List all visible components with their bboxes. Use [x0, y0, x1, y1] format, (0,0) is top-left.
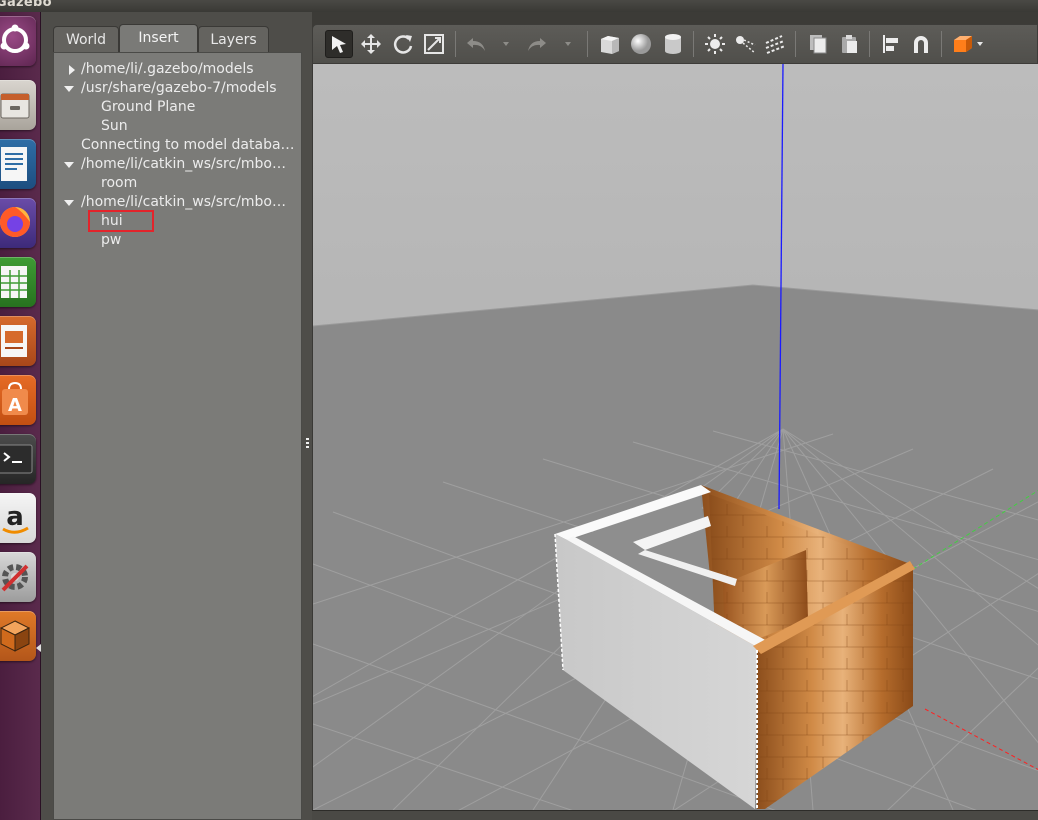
- spot-light-icon: [736, 36, 756, 54]
- amazon-icon[interactable]: a: [0, 493, 36, 543]
- scale-mode-button[interactable]: [420, 30, 448, 58]
- panel-splitter-handle[interactable]: [302, 432, 312, 452]
- tree-item-home-gazebo-models[interactable]: /home/li/.gazebo/models: [54, 60, 302, 79]
- tree-item-catkin-path-1[interactable]: /home/li/catkin_ws/src/mbo…: [54, 155, 302, 174]
- rotate-icon: [393, 35, 413, 54]
- tab-layers[interactable]: Layers: [198, 26, 269, 54]
- presentation-icon[interactable]: [0, 316, 36, 366]
- terminal-icon[interactable]: [0, 434, 36, 484]
- svg-text:a: a: [6, 502, 24, 532]
- app-title: Gazebo: [0, 0, 52, 10]
- file-manager-icon[interactable]: [0, 80, 36, 130]
- view-angle-dropdown[interactable]: [977, 42, 983, 46]
- unity-launcher: A a: [0, 12, 41, 820]
- tree-item-pw[interactable]: pw: [54, 231, 302, 250]
- collapse-arrow-icon[interactable]: [64, 200, 74, 206]
- spot-light-button[interactable]: [731, 30, 759, 58]
- app-title-bar: Gazebo: [0, 0, 1038, 12]
- sphere-icon: [631, 34, 651, 54]
- system-settings-icon[interactable]: [0, 552, 36, 602]
- redo-icon: [528, 38, 546, 51]
- spreadsheet-icon[interactable]: [0, 257, 36, 307]
- rotate-mode-button[interactable]: [389, 30, 417, 58]
- paste-icon: [842, 35, 857, 53]
- point-light-button[interactable]: [701, 30, 729, 58]
- highlight-box: [88, 210, 154, 232]
- tree-item-model-database[interactable]: Connecting to model databa…: [54, 136, 302, 155]
- move-arrows-icon: [361, 34, 381, 54]
- copy-button[interactable]: [804, 30, 832, 58]
- view-angle-button[interactable]: [949, 30, 977, 58]
- redo-history-dropdown[interactable]: [565, 42, 571, 46]
- tree-item-usr-share-models[interactable]: /usr/share/gazebo-7/models: [54, 79, 302, 98]
- copy-icon: [810, 35, 827, 54]
- insert-model-tree: /home/li/.gazebo/models /usr/share/gazeb…: [53, 52, 302, 820]
- sphere-shape-button[interactable]: [627, 30, 655, 58]
- undo-history-dropdown[interactable]: [503, 42, 509, 46]
- tree-item-ground-plane[interactable]: Ground Plane: [54, 98, 302, 117]
- tree-item-sun[interactable]: Sun: [54, 117, 302, 136]
- collapse-arrow-icon[interactable]: [64, 162, 74, 168]
- svg-text:A: A: [8, 395, 22, 416]
- firefox-icon[interactable]: [0, 198, 36, 248]
- redo-button[interactable]: [523, 30, 551, 58]
- undo-icon: [467, 38, 485, 51]
- orange-cube-icon: [954, 36, 972, 52]
- undo-button[interactable]: [462, 30, 490, 58]
- dash-home-icon[interactable]: [0, 16, 36, 66]
- tree-item-room[interactable]: room: [54, 174, 302, 193]
- paste-button[interactable]: [835, 30, 863, 58]
- cube-icon: [601, 36, 619, 54]
- collapse-arrow-icon[interactable]: [64, 86, 74, 92]
- box-shape-button[interactable]: [596, 30, 624, 58]
- tab-insert[interactable]: Insert: [119, 24, 198, 53]
- software-center-icon[interactable]: A: [0, 375, 36, 425]
- align-icon: [883, 35, 898, 53]
- align-button[interactable]: [877, 30, 905, 58]
- select-mode-button[interactable]: [325, 30, 353, 58]
- snap-button[interactable]: [907, 30, 935, 58]
- arrow-cursor-icon: [332, 36, 346, 53]
- scene-toolbar: [312, 24, 1038, 64]
- document-writer-icon[interactable]: [0, 139, 36, 189]
- cylinder-icon: [665, 34, 681, 54]
- scene-render: [313, 64, 1038, 810]
- cylinder-shape-button[interactable]: [659, 30, 687, 58]
- translate-mode-button[interactable]: [357, 30, 385, 58]
- 3d-viewport[interactable]: [312, 64, 1038, 810]
- gazebo-icon[interactable]: [0, 611, 36, 661]
- tab-world[interactable]: World: [53, 26, 119, 54]
- scale-icon: [424, 34, 444, 54]
- magnet-icon: [914, 36, 928, 53]
- sun-icon: [705, 34, 725, 54]
- expand-arrow-icon[interactable]: [69, 65, 75, 75]
- directional-light-button[interactable]: [761, 30, 789, 58]
- left-panel: World Insert Layers /home/li/.gazebo/mod…: [41, 12, 312, 820]
- status-bar: [312, 810, 1038, 820]
- directional-light-icon: [765, 35, 786, 54]
